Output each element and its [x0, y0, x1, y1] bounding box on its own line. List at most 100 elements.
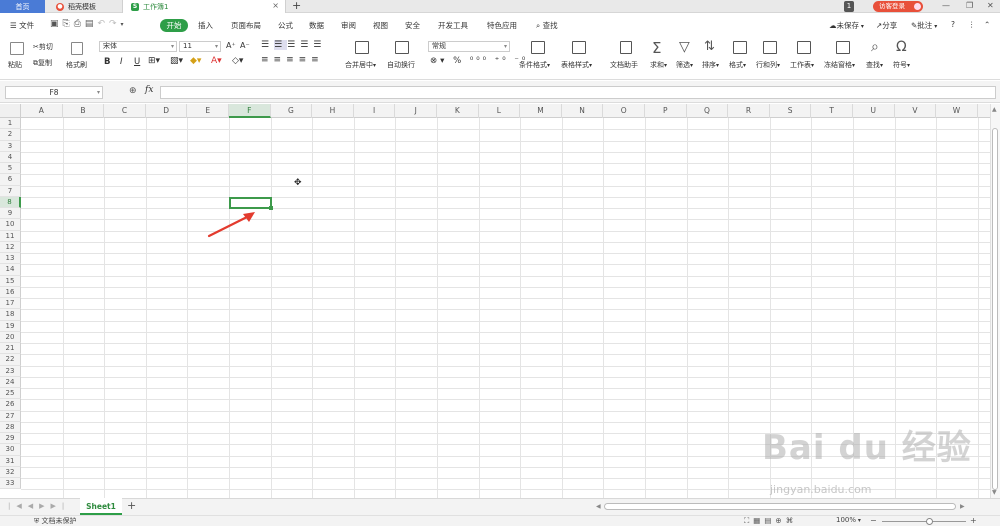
file-menu[interactable]: ☰ 文件 [10, 20, 34, 31]
border-icon[interactable]: ⊞▾ [148, 56, 160, 66]
filter-button[interactable]: 筛选▾ [676, 60, 693, 70]
conditional-format-button[interactable]: 条件格式▾ [519, 60, 550, 70]
format-icon[interactable] [733, 41, 747, 54]
number-format-select[interactable]: 常规 ▾ [428, 41, 510, 52]
tab-developer[interactable]: 开发工具 [438, 20, 468, 31]
row-header-15[interactable]: 15 [0, 275, 21, 287]
table-style-button[interactable]: 表格样式▾ [561, 60, 592, 70]
row-header-25[interactable]: 25 [0, 388, 21, 400]
view-mode-icons[interactable]: ⛶▦▤⊕⌘ [744, 516, 797, 526]
fill-style-icon[interactable]: ▧▾ [170, 56, 183, 66]
vertical-scroll-thumb[interactable] [992, 128, 998, 490]
row-header-32[interactable]: 32 [0, 466, 21, 478]
window-count-badge[interactable]: 1 [844, 1, 854, 12]
row-header-21[interactable]: 21 [0, 343, 21, 355]
quick-access-toolbar[interactable]: ▣⎘⎙▤↶↷▾ [50, 19, 128, 29]
protection-status[interactable]: ⛨ 文档未保护 [34, 516, 76, 526]
row-header-5[interactable]: 5 [0, 163, 21, 175]
row-header-29[interactable]: 29 [0, 433, 21, 445]
column-header-f[interactable]: F [229, 104, 271, 118]
wrap-text-button[interactable]: 自动换行 [387, 60, 415, 70]
column-header-b[interactable]: B [63, 104, 105, 118]
scroll-left-icon[interactable]: ◀ [596, 503, 601, 510]
close-tab-icon[interactable]: × [272, 1, 279, 10]
column-header-q[interactable]: Q [687, 104, 729, 118]
formula-input[interactable] [160, 86, 996, 99]
zoom-level[interactable]: 100% ▾ [836, 516, 861, 524]
add-sheet-button[interactable]: + [127, 498, 136, 514]
tab-security[interactable]: 安全 [405, 20, 420, 31]
row-header-20[interactable]: 20 [0, 331, 21, 343]
italic-button[interactable]: I [120, 57, 123, 67]
conditional-format-icon[interactable] [531, 41, 545, 54]
row-header-17[interactable]: 17 [0, 298, 21, 310]
row-header-24[interactable]: 24 [0, 376, 21, 388]
sum-button[interactable]: 求和▾ [650, 60, 667, 70]
row-header-19[interactable]: 19 [0, 320, 21, 332]
doc-assistant-icon[interactable] [620, 41, 632, 54]
doc-assistant-button[interactable]: 文档助手 [610, 60, 638, 70]
format-painter-button[interactable]: 格式刷 [66, 60, 87, 70]
wrap-text-icon[interactable] [395, 41, 409, 54]
tab-start[interactable]: 开始 [160, 19, 188, 32]
column-header-g[interactable]: G [271, 104, 313, 118]
row-header-8[interactable]: 8 [0, 196, 21, 208]
merge-center-icon[interactable] [355, 41, 369, 54]
row-header-33[interactable]: 33 [0, 478, 21, 490]
align-top-group[interactable]: ☰☰☰☰☰ [261, 40, 326, 50]
filter-icon[interactable]: ▽ [679, 39, 690, 55]
sum-icon[interactable]: Σ [652, 39, 661, 57]
close-window-icon[interactable]: ✕ [987, 0, 994, 12]
row-header-31[interactable]: 31 [0, 455, 21, 467]
worksheet-button[interactable]: 工作表▾ [790, 60, 814, 70]
symbol-icon[interactable]: Ω [896, 39, 907, 55]
column-header-v[interactable]: V [895, 104, 937, 118]
row-header-26[interactable]: 26 [0, 399, 21, 411]
select-all-corner[interactable] [0, 104, 21, 118]
column-header-s[interactable]: S [770, 104, 812, 118]
column-header-k[interactable]: K [437, 104, 479, 118]
tab-view[interactable]: 视图 [373, 20, 388, 31]
search-command[interactable]: ⌕ 查找 [536, 20, 558, 31]
tab-workbook[interactable]: S 工作簿1 × [122, 0, 286, 13]
column-header-i[interactable]: I [354, 104, 396, 118]
find-icon[interactable]: ⌕ [871, 39, 879, 55]
copy-button[interactable]: ⧉复制 [33, 58, 52, 68]
sheet-nav-icons[interactable]: |◀◀▶▶| [8, 502, 70, 510]
tab-home[interactable]: 首页 [0, 0, 45, 13]
underline-button[interactable]: U [134, 57, 140, 67]
export-icon[interactable]: ⎘ [63, 19, 74, 29]
column-header-a[interactable]: A [21, 104, 63, 118]
row-header-18[interactable]: 18 [0, 309, 21, 321]
freeze-panes-button[interactable]: 冻结窗格▾ [824, 60, 855, 70]
cut-button[interactable]: ✂剪切 [33, 42, 53, 52]
increase-font-icon[interactable]: A⁺ [226, 41, 236, 50]
merge-center-button[interactable]: 合并居中▾ [345, 60, 376, 70]
row-header-27[interactable]: 27 [0, 410, 21, 422]
format-button[interactable]: 格式▾ [729, 60, 746, 70]
scroll-right-icon[interactable]: ▶ [960, 503, 965, 510]
tab-insert[interactable]: 插入 [198, 20, 213, 31]
horizontal-scrollbar[interactable] [604, 503, 956, 510]
fx-button[interactable]: fx [145, 85, 153, 95]
row-header-2[interactable]: 2 [0, 129, 21, 141]
freeze-panes-icon[interactable] [836, 41, 850, 54]
zoom-slider-track[interactable] [882, 521, 966, 522]
font-color-icon[interactable]: A▾ [211, 56, 222, 66]
row-col-button[interactable]: 行和列▾ [756, 60, 780, 70]
row-header-13[interactable]: 13 [0, 253, 21, 265]
align-horizontal-group[interactable]: ≡≡≡≡≡ [261, 55, 324, 65]
zoom-out-icon[interactable]: − [870, 516, 877, 525]
tab-data[interactable]: 数据 [309, 20, 324, 31]
scroll-down-icon[interactable]: ▼ [992, 489, 997, 496]
fill-handle[interactable] [268, 206, 273, 210]
restore-icon[interactable]: ❐ [966, 0, 973, 12]
sheet-tab-sheet1[interactable]: Sheet1 [80, 498, 122, 515]
row-header-9[interactable]: 9 [0, 208, 21, 220]
column-header-c[interactable]: C [104, 104, 146, 118]
decrease-font-icon[interactable]: A⁻ [240, 41, 250, 50]
column-header-p[interactable]: P [645, 104, 687, 118]
row-col-icon[interactable] [763, 41, 777, 54]
preview-icon[interactable]: ▤ [85, 19, 98, 29]
tab-page-layout[interactable]: 页面布局 [231, 20, 261, 31]
